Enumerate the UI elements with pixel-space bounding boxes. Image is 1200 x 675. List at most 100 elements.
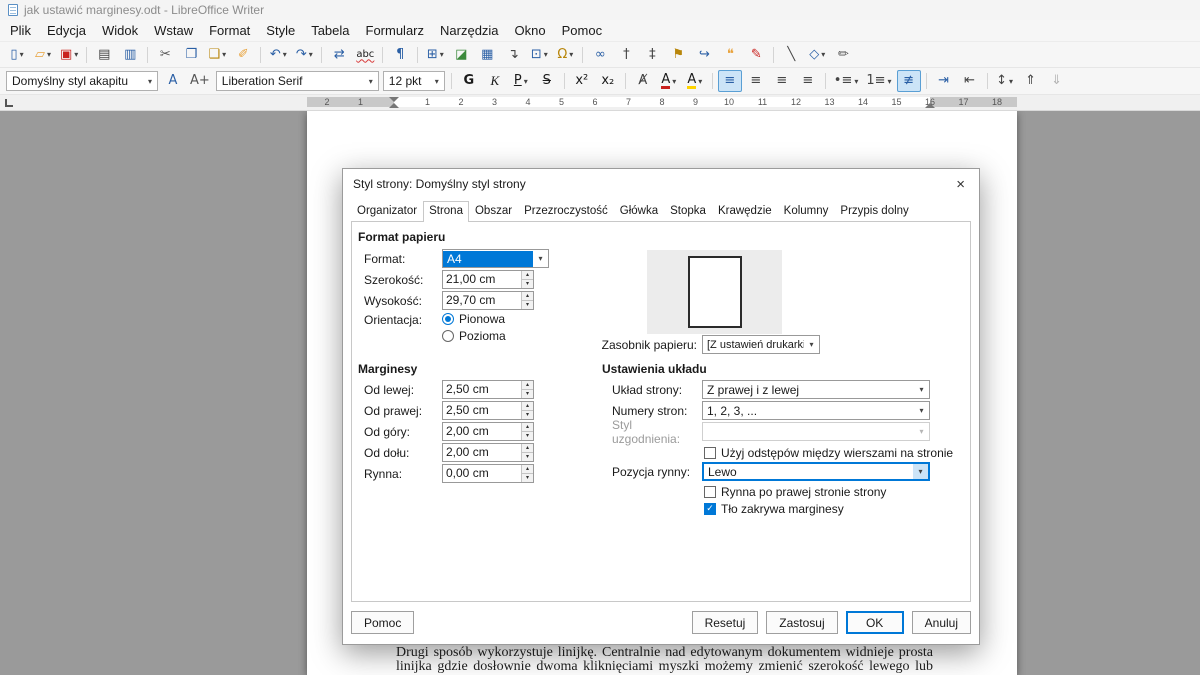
dropdown-caret-icon[interactable]: ▾ xyxy=(1009,77,1013,86)
find-and-replace-button[interactable]: ⇄ xyxy=(327,44,351,66)
dropdown-caret-icon[interactable]: ▾ xyxy=(283,50,287,59)
menu-formularz[interactable]: Formularz xyxy=(358,20,433,41)
insert-footnote-button[interactable]: † xyxy=(614,44,638,66)
align-right-button[interactable]: ≡ xyxy=(770,70,794,92)
spin-down-icon[interactable]: ▾ xyxy=(522,453,533,461)
dropdown-caret-icon[interactable]: ▾ xyxy=(804,340,819,349)
tab-g-owka[interactable]: Główka xyxy=(614,201,664,221)
dropdown-caret-icon[interactable]: ▾ xyxy=(47,50,51,59)
insert-table-button[interactable]: ⊞▾ xyxy=(423,44,447,66)
spin-down-icon[interactable]: ▾ xyxy=(522,474,533,482)
dropdown-caret-icon[interactable]: ▾ xyxy=(20,50,24,59)
menu-tabela[interactable]: Tabela xyxy=(303,20,357,41)
menu-plik[interactable]: Plik xyxy=(2,20,39,41)
spin-down-icon[interactable]: ▾ xyxy=(522,432,533,440)
spin-down-icon[interactable]: ▾ xyxy=(522,411,533,419)
tab-strona[interactable]: Strona xyxy=(423,201,469,222)
menu-style[interactable]: Style xyxy=(258,20,303,41)
superscript-button[interactable]: x² xyxy=(570,70,594,92)
background-covers-margins-checkbox[interactable]: ✓ Tło zakrywa marginesy xyxy=(704,501,844,517)
tab-organizator[interactable]: Organizator xyxy=(351,201,423,221)
insert-hyperlink-button[interactable]: ∞ xyxy=(588,44,612,66)
insert-field-button[interactable]: ⊡▾ xyxy=(527,44,551,66)
unordered-list-button[interactable]: •≡▾ xyxy=(831,70,862,92)
dropdown-caret-icon[interactable]: ▾ xyxy=(854,77,858,86)
undo-button[interactable]: ↶▾ xyxy=(266,44,290,66)
spin-up-icon[interactable]: ▴ xyxy=(522,292,533,301)
gutter-margin-spinfield[interactable]: 0,00 cm ▴ ▾ xyxy=(442,464,534,483)
dropdown-caret-icon[interactable]: ▾ xyxy=(440,50,444,59)
formatting-marks-button[interactable]: ¶ xyxy=(388,44,412,66)
insert-line-button[interactable]: ╲ xyxy=(779,44,803,66)
spin-up-icon[interactable]: ▴ xyxy=(522,423,533,432)
no-list-button[interactable]: ≢ xyxy=(897,70,921,92)
tab-stopka[interactable]: Stopka xyxy=(664,201,712,221)
insert-image-button[interactable]: ◪ xyxy=(449,44,473,66)
highlight-color-button[interactable]: A▾ xyxy=(683,70,707,92)
use-page-line-spacing-checkbox[interactable]: Użyj odstępów między wierszami na stroni… xyxy=(704,445,953,461)
menu-pomoc[interactable]: Pomoc xyxy=(554,20,610,41)
dropdown-caret-icon[interactable]: ▾ xyxy=(364,77,378,86)
dropdown-caret-icon[interactable]: ▾ xyxy=(821,50,825,59)
document-paragraph[interactable]: Drugi sposób wykorzystuje linijkę. Centr… xyxy=(396,646,933,674)
open-file-button[interactable]: ▱▾ xyxy=(31,44,55,66)
tab-obszar[interactable]: Obszar xyxy=(469,201,518,221)
tab-krawedzie[interactable]: Krawędzie xyxy=(712,201,778,221)
show-draw-functions-button[interactable]: ✏ xyxy=(831,44,855,66)
spin-up-icon[interactable]: ▴ xyxy=(522,444,533,453)
spelling-button[interactable]: abc xyxy=(353,44,377,66)
new-document-button[interactable]: ▯▾ xyxy=(5,44,29,66)
print-preview-button[interactable]: ▥ xyxy=(118,44,142,66)
dropdown-caret-icon[interactable]: ▾ xyxy=(914,406,929,415)
page-layout-select[interactable]: Z prawej i z lewej ▾ xyxy=(702,380,930,399)
menu-format[interactable]: Format xyxy=(201,20,258,41)
justify-button[interactable]: ≡ xyxy=(796,70,820,92)
insert-special-character-button[interactable]: Ω▾ xyxy=(553,44,577,66)
dropdown-caret-icon[interactable]: ▾ xyxy=(143,77,157,86)
dropdown-caret-icon[interactable]: ▾ xyxy=(222,50,226,59)
redo-button[interactable]: ↷▾ xyxy=(292,44,316,66)
insert-endnote-button[interactable]: ‡ xyxy=(640,44,664,66)
dropdown-caret-icon[interactable]: ▾ xyxy=(569,50,573,59)
insert-cross-reference-button[interactable]: ↪ xyxy=(692,44,716,66)
margin-top-spinfield[interactable]: 2,00 cm ▴ ▾ xyxy=(442,422,534,441)
dropdown-caret-icon[interactable]: ▾ xyxy=(544,50,548,59)
strikethrough-button[interactable]: S xyxy=(535,70,559,92)
spin-up-icon[interactable]: ▴ xyxy=(522,465,533,474)
paste-button[interactable]: ❑▾ xyxy=(205,44,229,66)
spin-down-icon[interactable]: ▾ xyxy=(522,390,533,398)
decrease-indent-button[interactable]: ⇤ xyxy=(958,70,982,92)
menu-okno[interactable]: Okno xyxy=(507,20,554,41)
reset-button[interactable]: Resetuj xyxy=(692,611,759,634)
save-button[interactable]: ▣▾ xyxy=(57,44,81,66)
font-name-combobox[interactable]: Liberation Serif ▾ xyxy=(216,71,379,91)
help-button[interactable]: Pomoc xyxy=(351,611,414,634)
margin-right-spinfield[interactable]: 2,50 cm ▴ ▾ xyxy=(442,401,534,420)
dropdown-caret-icon[interactable]: ▾ xyxy=(888,77,892,86)
dropdown-caret-icon[interactable]: ▾ xyxy=(533,254,548,263)
menu-wstaw[interactable]: Wstaw xyxy=(146,20,201,41)
page-numbers-select[interactable]: 1, 2, 3, ... ▾ xyxy=(702,401,930,420)
left-margin-marker[interactable] xyxy=(389,103,399,108)
spin-down-icon[interactable]: ▾ xyxy=(522,301,533,309)
right-margin-marker[interactable] xyxy=(925,103,935,108)
menu-narzedzia[interactable]: Narzędzia xyxy=(432,20,507,41)
increase-paragraph-spacing-button[interactable]: ⇑ xyxy=(1019,70,1043,92)
apply-button[interactable]: Zastosuj xyxy=(766,611,837,634)
font-size-combobox[interactable]: 12 pkt ▾ xyxy=(383,71,445,91)
align-center-button[interactable]: ≡ xyxy=(744,70,768,92)
dropdown-caret-icon[interactable]: ▾ xyxy=(524,77,528,86)
insert-chart-button[interactable]: ▦ xyxy=(475,44,499,66)
tab-kolumny[interactable]: Kolumny xyxy=(778,201,835,221)
paper-width-spinfield[interactable]: 21,00 cm ▴ ▾ xyxy=(442,270,534,289)
spin-down-icon[interactable]: ▾ xyxy=(522,280,533,288)
align-left-button[interactable]: ≡ xyxy=(718,70,742,92)
cut-button[interactable]: ✂ xyxy=(153,44,177,66)
gutter-position-select[interactable]: Lewo ▾ xyxy=(702,462,930,481)
dropdown-caret-icon[interactable]: ▾ xyxy=(698,77,702,86)
insert-comment-button[interactable]: ❝ xyxy=(718,44,742,66)
tab-przypis-dolny[interactable]: Przypis dolny xyxy=(834,201,914,221)
insert-page-break-button[interactable]: ↴ xyxy=(501,44,525,66)
track-changes-button[interactable]: ✎ xyxy=(744,44,768,66)
font-color-button[interactable]: A▾ xyxy=(657,70,681,92)
